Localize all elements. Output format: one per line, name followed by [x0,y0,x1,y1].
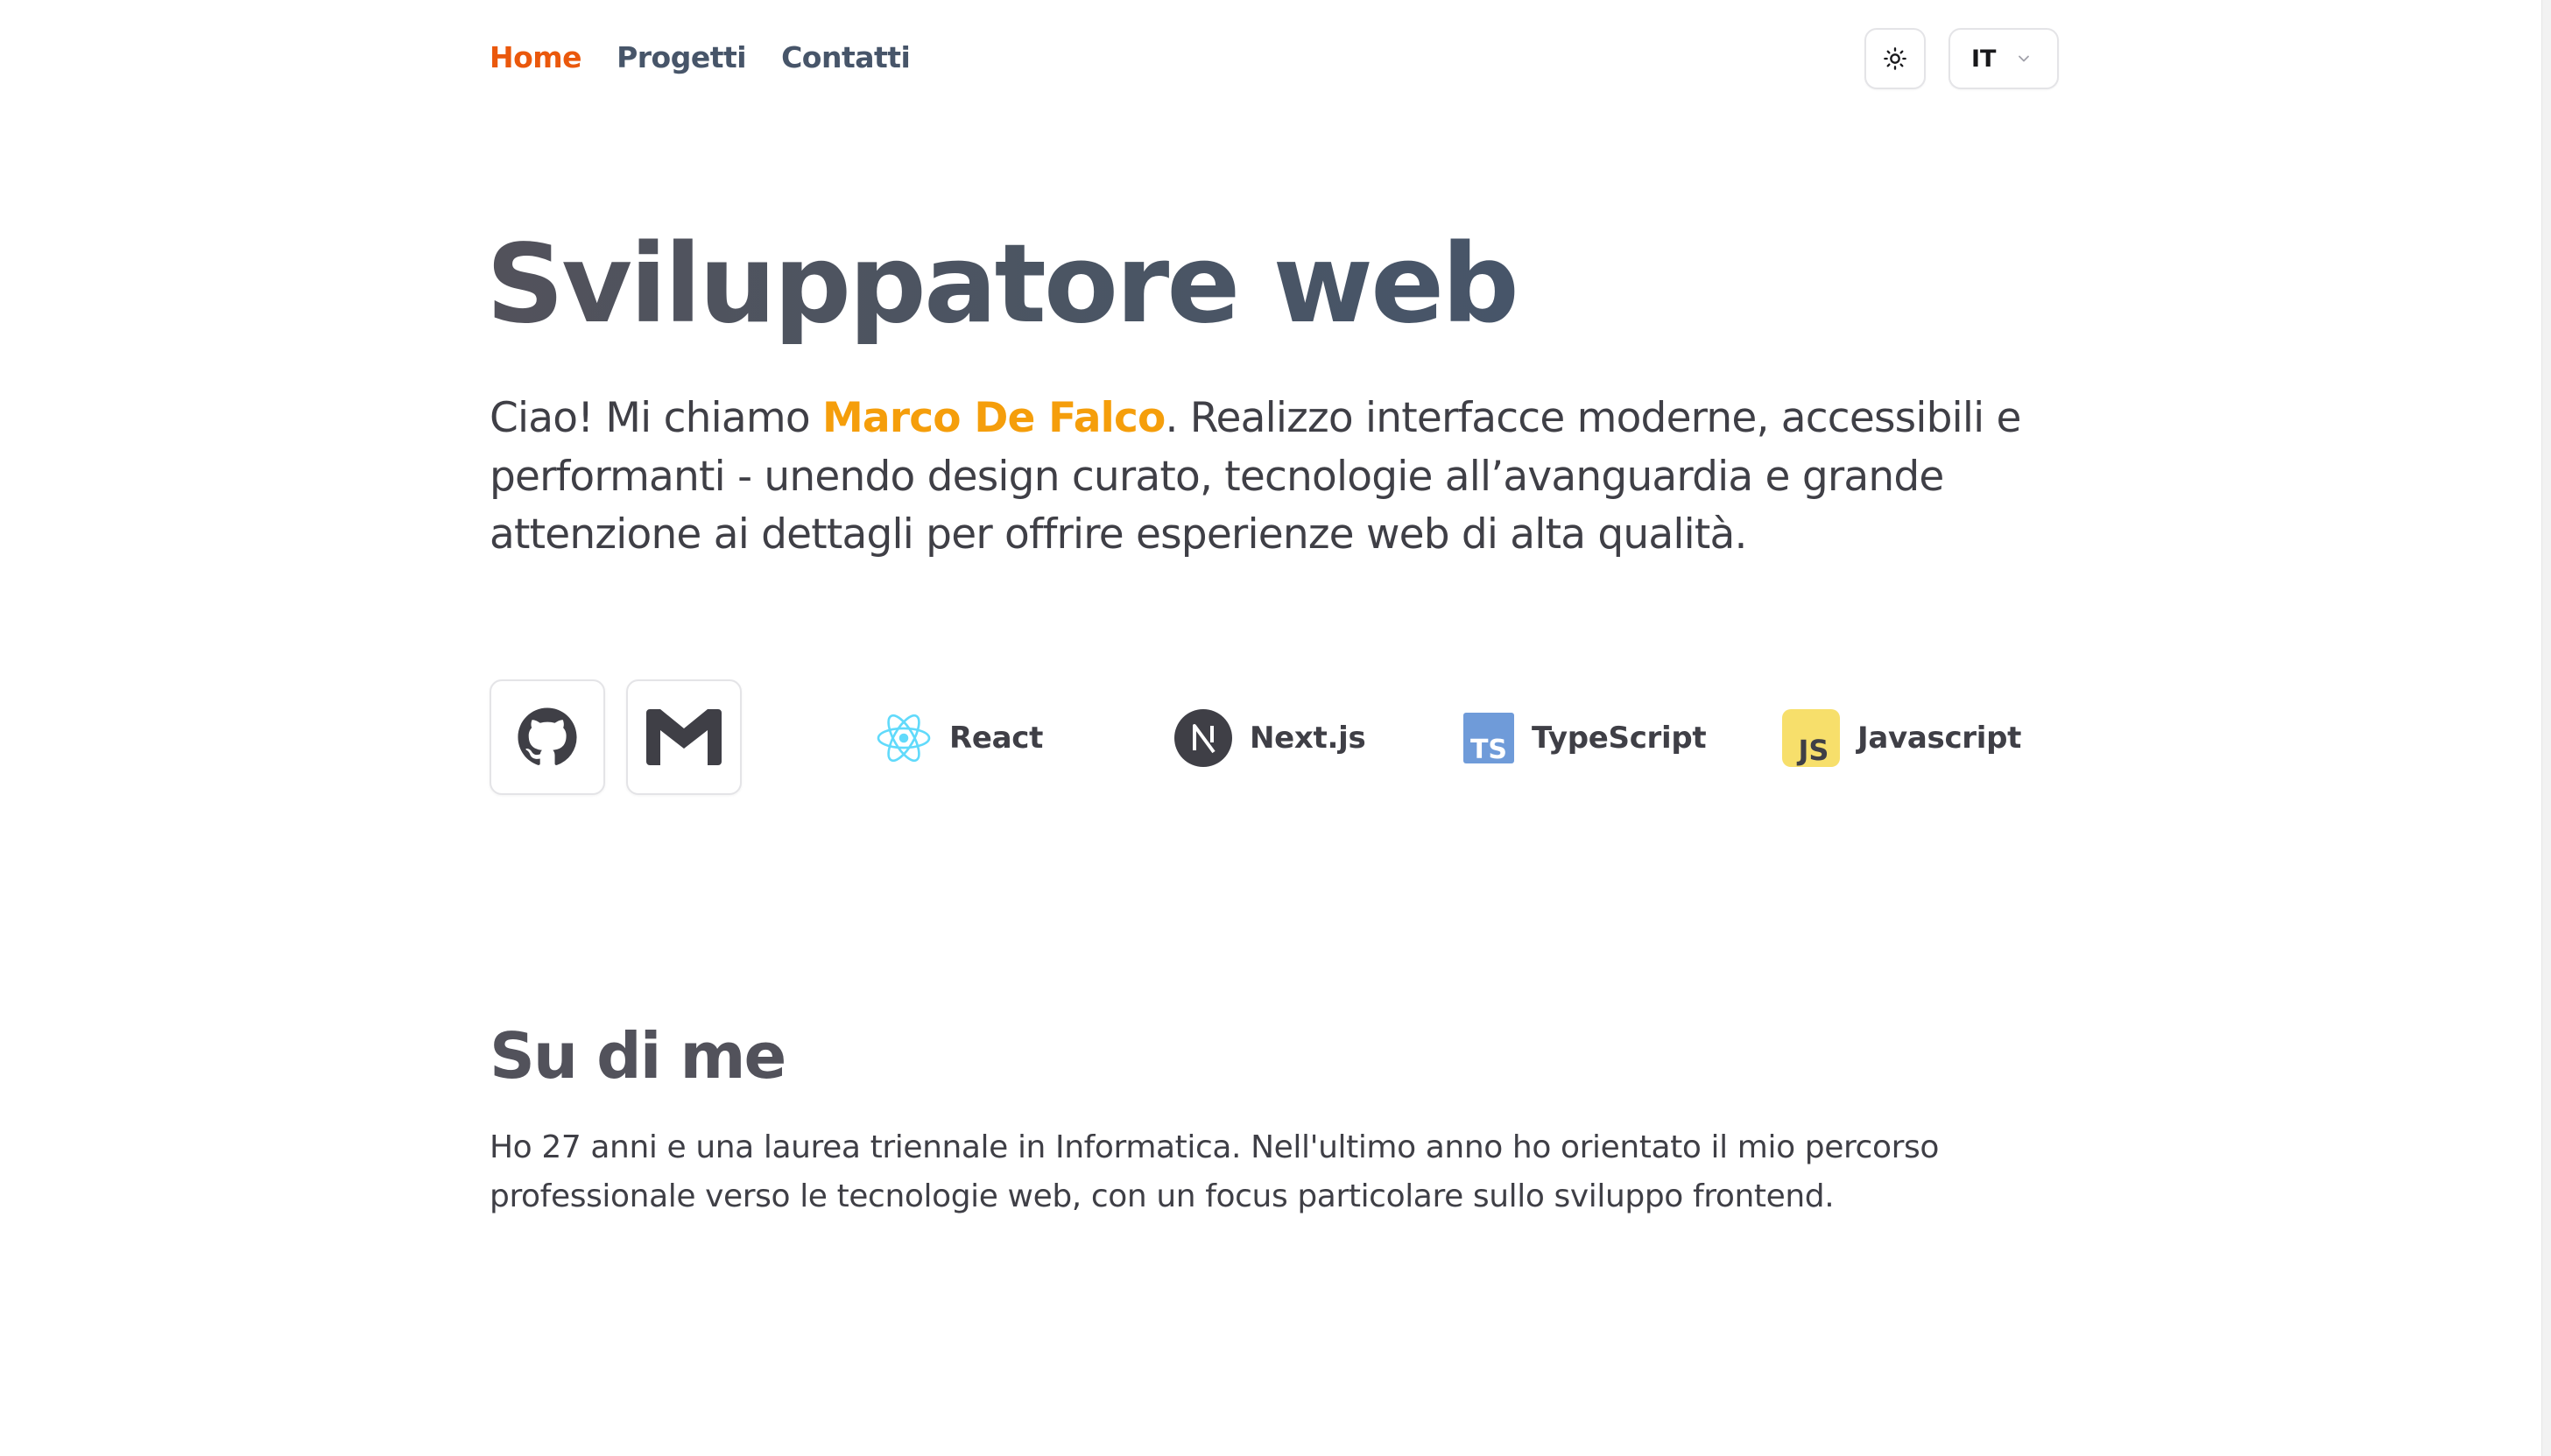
nextjs-icon [1174,709,1232,767]
tech-typescript-label: TypeScript [1532,721,1707,756]
hero-title: Sviluppatore web [486,219,1519,350]
language-code: IT [1971,45,1997,73]
svg-text:JS: JS [1797,734,1829,767]
tech-nextjs-label: Next.js [1250,721,1366,756]
page-scrollbar[interactable] [2541,0,2551,1456]
nav-contatti-link[interactable]: Contatti [781,40,911,74]
tech-nextjs: Next.js [1174,707,1366,769]
javascript-icon: JS [1782,709,1840,767]
gmail-icon [646,709,722,765]
tech-javascript: JS Javascript [1782,707,2021,769]
github-button[interactable] [490,679,605,795]
nav-progetti-link[interactable]: Progetti [617,40,747,74]
intro-text-before: Ciao! Mi chiamo [490,394,822,442]
page-container: Home Progetti Contatti IT Sviluppatore w… [486,0,2059,1456]
tech-javascript-label: Javascript [1857,721,2022,756]
email-button[interactable] [626,679,742,795]
tech-react-label: React [949,721,1044,756]
hero-intro: Ciao! Mi chiamo Marco De Falco. Realizzo… [490,390,2066,565]
about-section-text: Ho 27 anni e una laurea triennale in Inf… [490,1129,1939,1214]
about-section-title: Su di me [490,1019,786,1093]
tech-typescript: TS TypeScript [1463,707,1707,769]
author-name: Marco De Falco [821,394,1166,442]
sun-icon [1884,47,1906,70]
nav-home-link[interactable]: Home [490,40,582,74]
react-icon [877,714,931,763]
theme-toggle-button[interactable] [1864,28,1926,89]
github-icon [518,707,577,765]
chevron-down-icon [2015,50,2033,67]
main-nav: Home Progetti Contatti [490,40,911,74]
typescript-icon: TS [1463,713,1514,763]
language-select[interactable]: IT [1948,28,2059,89]
tech-react: React [876,707,1043,769]
svg-text:TS: TS [1470,735,1507,763]
